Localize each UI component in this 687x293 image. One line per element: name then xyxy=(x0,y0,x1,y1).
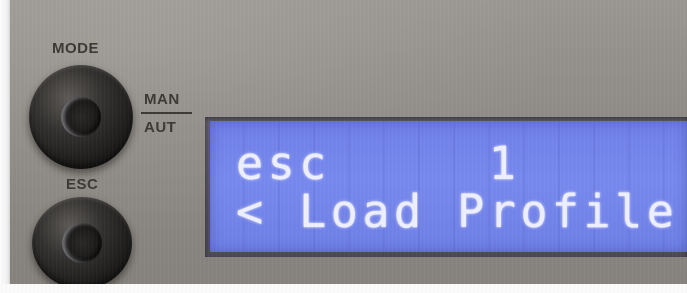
man-aut-divider xyxy=(141,112,192,114)
lcd-line-2: < Load Profile xyxy=(236,185,679,238)
device-front-panel: MODE MAN AUT ESC esc 1 Se < Load Profile xyxy=(0,0,687,293)
mode-knob[interactable] xyxy=(29,65,133,169)
man-label: MAN xyxy=(144,91,180,108)
mode-knob-center xyxy=(61,97,101,137)
esc-knob[interactable] xyxy=(32,197,132,289)
esc-knob-center xyxy=(62,223,102,263)
aut-label: AUT xyxy=(144,119,177,136)
left-edge xyxy=(0,0,10,293)
esc-label: ESC xyxy=(66,176,99,193)
mode-label: MODE xyxy=(52,40,99,57)
lcd-line-1: esc 1 Se xyxy=(236,137,521,190)
bottom-edge xyxy=(0,284,687,293)
lcd-display: esc 1 Se < Load Profile xyxy=(210,121,687,252)
